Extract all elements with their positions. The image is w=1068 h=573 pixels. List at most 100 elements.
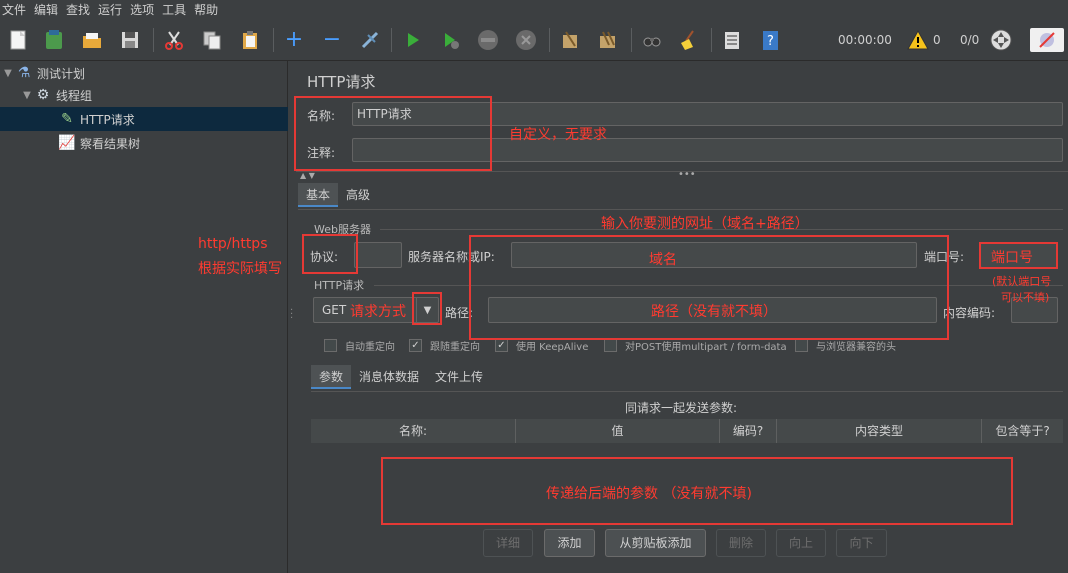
- annotation-box-protocol: [302, 234, 358, 274]
- broom-icon[interactable]: [676, 28, 700, 52]
- tree-item-results-tree[interactable]: 📈 察看结果树: [0, 131, 288, 155]
- annotation-method: 请求方式: [350, 304, 406, 320]
- expand-arrow-icon[interactable]: ▼: [1, 68, 15, 79]
- tab-parameters[interactable]: 参数: [311, 365, 352, 389]
- annotation-domain: 域名: [649, 252, 677, 268]
- stop-icon[interactable]: [476, 28, 500, 52]
- annotation-url: 输入你要测的网址（域名+路径）: [601, 216, 809, 232]
- paste-icon[interactable]: [238, 28, 262, 52]
- remote-icon[interactable]: [989, 28, 1013, 52]
- encoding-label: 内容编码:: [943, 306, 996, 320]
- annotation-port: 端口号: [991, 250, 1033, 266]
- toolbar-separator: [711, 28, 712, 52]
- move-down-button[interactable]: 向下: [836, 529, 887, 557]
- delete-button[interactable]: 删除: [716, 529, 766, 557]
- toolbar-separator: [549, 28, 550, 52]
- tab-file-upload[interactable]: 文件上传: [427, 365, 491, 389]
- checkbox[interactable]: ✓: [409, 339, 422, 352]
- menu-options[interactable]: 选项: [130, 1, 154, 18]
- collapse-arrows-icon[interactable]: ▲ ▼: [300, 171, 315, 180]
- option-multipart[interactable]: 对POST使用multipart / form-data: [604, 338, 787, 353]
- checkbox[interactable]: ✓: [495, 339, 508, 352]
- toolbar-separator: [153, 28, 154, 52]
- new-file-icon[interactable]: [6, 28, 30, 52]
- elapsed-timer: 00:00:00: [838, 33, 892, 47]
- cut-icon[interactable]: [162, 28, 186, 52]
- expand-arrow-icon[interactable]: ▼: [20, 90, 34, 101]
- toolbar: + − ? 00:00:00 0 0/0: [0, 19, 1068, 61]
- option-keepalive[interactable]: ✓ 使用 KeepAlive: [495, 338, 588, 353]
- column-name[interactable]: 名称:: [311, 419, 516, 443]
- tree-item-test-plan[interactable]: ▼ ⚗ 测试计划: [0, 61, 288, 85]
- table-caption: 同请求一起发送参数:: [625, 401, 738, 415]
- shutdown-icon[interactable]: [514, 28, 538, 52]
- annotation-port-note: (默认端口号: [992, 275, 1052, 288]
- checkbox[interactable]: [604, 339, 617, 352]
- checkbox[interactable]: [324, 339, 337, 352]
- flask-icon: ⚗: [17, 65, 31, 81]
- annotation-box-name: [294, 96, 492, 171]
- option-auto-redirect[interactable]: 自动重定向: [324, 338, 395, 353]
- menu-edit[interactable]: 编辑: [34, 1, 58, 18]
- checkbox[interactable]: [795, 339, 808, 352]
- option-browser-headers[interactable]: 与浏览器兼容的头: [795, 338, 896, 353]
- menu-bar: 文件 编辑 查找 运行 选项 工具 帮助: [0, 0, 1068, 19]
- gear-icon: ⚙: [36, 87, 50, 103]
- clear-all-icon[interactable]: [596, 28, 620, 52]
- test-plan-tree: ▼ ⚗ 测试计划 ▼ ⚙ 线程组 ✎ HTTP请求 📈 察看结果树: [0, 61, 288, 573]
- minus-icon[interactable]: −: [320, 28, 344, 52]
- divider[interactable]: ▲ ▼ •••: [296, 169, 1068, 180]
- copy-icon[interactable]: [200, 28, 224, 52]
- warning-icon[interactable]: [906, 28, 930, 52]
- annotation-protocol: http/https: [198, 236, 268, 252]
- templates-icon[interactable]: [42, 28, 66, 52]
- tab-underline: [311, 391, 1063, 392]
- active-threads: 0/0: [960, 33, 980, 47]
- detail-button[interactable]: 详细: [483, 529, 533, 557]
- tab-body-data[interactable]: 消息体数据: [351, 365, 427, 389]
- toolbar-separator: [273, 28, 274, 52]
- warning-count: 0: [933, 33, 941, 47]
- add-button[interactable]: 添加: [544, 529, 595, 557]
- save-icon[interactable]: [118, 28, 142, 52]
- help-icon[interactable]: ?: [758, 28, 782, 52]
- column-include-equals[interactable]: 包含等于?: [982, 419, 1063, 443]
- annotation-name: 自定义，无要求: [509, 127, 607, 143]
- move-up-button[interactable]: 向上: [776, 529, 826, 557]
- column-encode[interactable]: 编码?: [720, 419, 777, 443]
- tab-bar: 基本 高级: [298, 183, 378, 207]
- plus-icon[interactable]: +: [282, 28, 306, 52]
- function-helper-icon[interactable]: [720, 28, 744, 52]
- protocol-field[interactable]: [354, 242, 402, 268]
- start-icon[interactable]: [400, 28, 424, 52]
- menu-run[interactable]: 运行: [98, 1, 122, 18]
- page-title: HTTP请求: [307, 73, 376, 91]
- add-from-clipboard-button[interactable]: 从剪贴板添加: [605, 529, 706, 557]
- tree-item-http-request[interactable]: ✎ HTTP请求: [0, 107, 288, 131]
- chart-icon: 📈: [58, 135, 76, 151]
- column-value[interactable]: 值: [516, 419, 720, 443]
- clear-icon[interactable]: [558, 28, 582, 52]
- tab-advanced[interactable]: 高级: [338, 183, 378, 207]
- menu-tools[interactable]: 工具: [162, 1, 186, 18]
- tree-item-thread-group[interactable]: ▼ ⚙ 线程组: [0, 83, 288, 107]
- option-follow-redirects[interactable]: ✓ 跟随重定向: [409, 338, 480, 353]
- column-content-type[interactable]: 内容类型: [777, 419, 982, 443]
- toolbar-separator: [631, 28, 632, 52]
- divider-grip-icon: •••: [678, 169, 696, 180]
- menu-help[interactable]: 帮助: [194, 1, 218, 18]
- plugin-icon[interactable]: [1030, 28, 1064, 52]
- binoculars-icon[interactable]: [640, 28, 664, 52]
- start-no-pause-icon[interactable]: [438, 28, 462, 52]
- http-request-section: HTTP请求: [314, 279, 365, 292]
- menu-file[interactable]: 文件: [2, 1, 26, 18]
- toggle-icon[interactable]: [358, 28, 382, 52]
- annotation-box-url: [469, 235, 949, 340]
- menu-search[interactable]: 查找: [66, 1, 90, 18]
- parameters-tab-bar: 参数 消息体数据 文件上传: [311, 365, 491, 389]
- annotation-params: 传递给后端的参数 （没有就不填): [546, 486, 752, 502]
- tab-basic[interactable]: 基本: [298, 183, 339, 207]
- annotation-protocol-note: 根据实际填写: [198, 261, 282, 277]
- open-folder-icon[interactable]: [80, 28, 104, 52]
- tab-underline: [298, 209, 1063, 210]
